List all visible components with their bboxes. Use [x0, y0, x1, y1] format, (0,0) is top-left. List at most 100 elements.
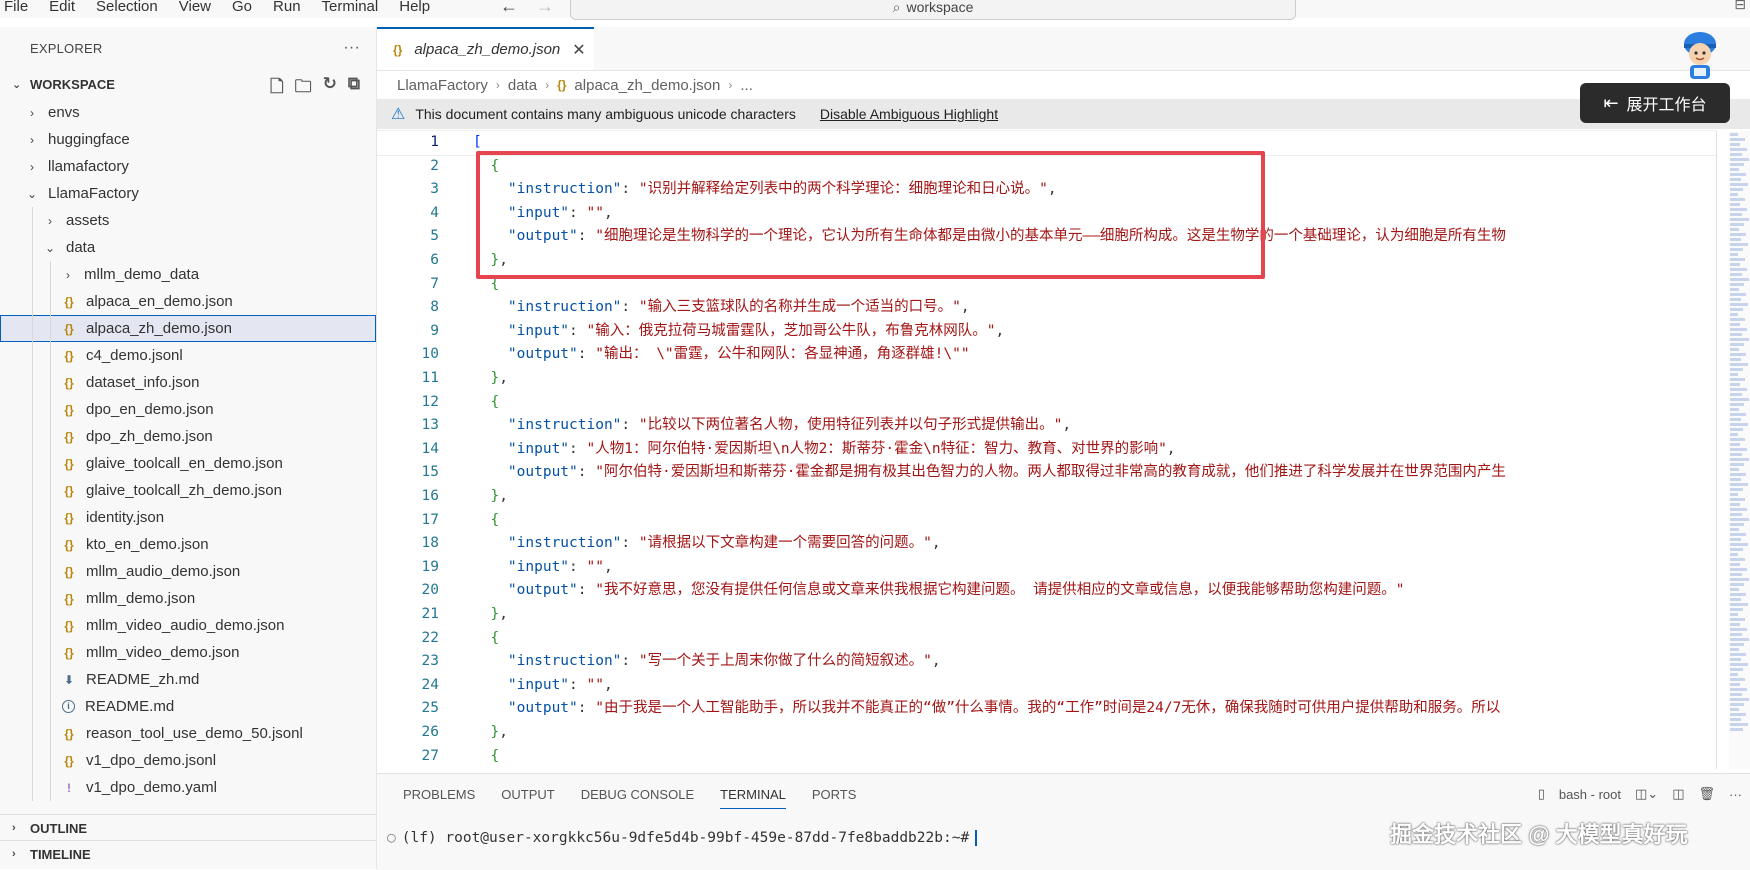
file-item[interactable]: {} dataset_info.json — [0, 369, 376, 396]
line-number: 14 — [421, 440, 439, 457]
back-arrow-icon[interactable]: ← — [500, 0, 518, 16]
more-actions-icon[interactable]: ··· — [1729, 787, 1742, 802]
file-item[interactable]: {} dpo_en_demo.json — [0, 396, 376, 423]
file-item[interactable]: i README.md — [0, 693, 376, 720]
minimap-line — [1730, 583, 1744, 586]
mascot-avatar[interactable] — [1676, 30, 1724, 82]
tab-debug-console[interactable]: DEBUG CONSOLE — [581, 787, 694, 809]
folder-item[interactable]: › mllm_demo_data — [0, 261, 376, 288]
workspace-header[interactable]: ⌄ WORKSPACE 🗋 🗀 ↻ ⧉ — [0, 69, 376, 99]
indent-guide — [32, 477, 33, 504]
file-item[interactable]: {} mllm_audio_demo.json — [0, 558, 376, 585]
indent-guide — [32, 693, 33, 720]
tab-ports[interactable]: PORTS — [812, 787, 857, 809]
menu-view[interactable]: View — [179, 0, 211, 14]
indent-guide — [32, 423, 33, 450]
folder-item[interactable]: ⌄ LlamaFactory — [0, 180, 376, 207]
tree-item-label: assets — [66, 212, 110, 229]
code-line: 13 "instruction": "比较以下两位著名人物，使用特征列表并以句子… — [377, 414, 1717, 438]
minimap-line — [1730, 138, 1745, 141]
folder-item[interactable]: ⌄ data — [0, 234, 376, 261]
file-item[interactable]: ! v1_dpo_demo.yaml — [0, 774, 376, 801]
close-icon[interactable]: ✕ — [572, 40, 585, 60]
minimap-line — [1730, 438, 1745, 441]
tree-item-label: envs — [48, 104, 80, 121]
timeline-section[interactable]: › TIMELINE — [0, 840, 376, 867]
minimap-line — [1730, 588, 1739, 591]
file-item[interactable]: {} mllm_video_audio_demo.json — [0, 612, 376, 639]
minimap-line — [1730, 143, 1740, 146]
tab-terminal[interactable]: TERMINAL — [720, 787, 786, 809]
toggle-layout-icon[interactable]: ◫ — [1672, 786, 1684, 802]
code-line: 11 }, — [377, 367, 1717, 391]
tab-problems[interactable]: PROBLEMS — [403, 787, 475, 809]
minimap-line — [1730, 333, 1742, 336]
line-number: 4 — [430, 204, 439, 221]
file-item[interactable]: {} reason_tool_use_demo_50.jsonl — [0, 720, 376, 747]
terminal-name[interactable]: bash - root — [1559, 787, 1621, 802]
expand-workbench-button[interactable]: ⇤ 展开工作台 — [1580, 83, 1730, 123]
folder-item[interactable]: › huggingface — [0, 126, 376, 153]
menu-terminal[interactable]: Terminal — [322, 0, 379, 14]
file-item[interactable]: {} alpaca_en_demo.json — [0, 288, 376, 315]
minimap-line — [1730, 213, 1742, 216]
forward-arrow-icon[interactable]: → — [536, 0, 554, 16]
tab-alpaca-zh-demo[interactable]: {} alpaca_zh_demo.json ✕ — [377, 27, 594, 70]
menu-edit[interactable]: Edit — [49, 0, 75, 14]
more-actions-icon[interactable]: ··· — [343, 39, 360, 57]
breadcrumb-item[interactable]: alpaca_zh_demo.json — [574, 77, 720, 94]
line-content: }, — [490, 606, 508, 622]
terminal-line[interactable]: ○ (lf) root@user-xorgkkc56u-9dfe5d4b-99bf… — [387, 830, 978, 846]
minimap[interactable] — [1729, 131, 1750, 769]
menu-help[interactable]: Help — [399, 0, 430, 14]
minimap-line — [1730, 388, 1747, 391]
code-line: 22 { — [377, 627, 1717, 651]
split-terminal-icon[interactable]: ◫⌄ — [1635, 786, 1658, 802]
code-line: 8 "instruction": "输入三支篮球队的名称并生成一个适当的口号。"… — [377, 296, 1717, 320]
code-line: 20 "output": "我不好意思，您没有提供任何信息或文章来供我根据它构建… — [377, 579, 1717, 603]
file-item[interactable]: {} kto_en_demo.json — [0, 531, 376, 558]
file-item[interactable]: {} dpo_zh_demo.json — [0, 423, 376, 450]
indent-guide — [32, 504, 33, 531]
disable-highlight-link[interactable]: Disable Ambiguous Highlight — [820, 106, 998, 122]
command-center-search[interactable]: ⌕ workspace — [570, 0, 1296, 20]
minimap-line — [1730, 543, 1748, 546]
minimap-line — [1730, 358, 1741, 361]
indent-guide — [50, 666, 51, 693]
outline-section[interactable]: › OUTLINE — [0, 814, 376, 841]
file-item[interactable]: ⬇ README_zh.md — [0, 666, 376, 693]
file-item[interactable]: {} c4_demo.jsonl — [0, 342, 376, 369]
layout-icon[interactable]: ⊟ — [1734, 0, 1746, 13]
tab-output[interactable]: OUTPUT — [501, 787, 554, 809]
file-item[interactable]: {} alpaca_zh_demo.json — [0, 315, 376, 342]
file-item[interactable]: {} glaive_toolcall_zh_demo.json — [0, 477, 376, 504]
breadcrumb-item[interactable]: ... — [740, 77, 753, 94]
folder-item[interactable]: › envs — [0, 99, 376, 126]
terminal-cursor — [975, 830, 978, 846]
folder-item[interactable]: › llamafactory — [0, 153, 376, 180]
json-file-icon: {} — [64, 510, 74, 525]
minimap-line — [1730, 283, 1744, 286]
breadcrumb-item[interactable]: LlamaFactory — [397, 77, 488, 94]
json-file-icon: {} — [64, 591, 74, 606]
minimap-line — [1730, 633, 1742, 636]
menu-selection[interactable]: Selection — [96, 0, 158, 14]
tree-item-label: mllm_video_demo.json — [86, 644, 240, 661]
trash-icon[interactable]: 🗑 — [1698, 786, 1715, 802]
minimap-line — [1730, 313, 1738, 316]
indent-guide — [50, 720, 51, 747]
file-item[interactable]: {} mllm_demo.json — [0, 585, 376, 612]
folder-item[interactable]: › assets — [0, 207, 376, 234]
menu-file[interactable]: File — [4, 0, 28, 14]
file-item[interactable]: {} v1_dpo_demo.jsonl — [0, 747, 376, 774]
file-item[interactable]: {} identity.json — [0, 504, 376, 531]
file-item[interactable]: {} glaive_toolcall_en_demo.json — [0, 450, 376, 477]
menu-go[interactable]: Go — [232, 0, 252, 14]
minimap-line — [1730, 553, 1738, 556]
minimap-line — [1730, 728, 1743, 731]
menu-run[interactable]: Run — [273, 0, 301, 14]
minimap-line — [1730, 618, 1745, 621]
breadcrumb-item[interactable]: data — [508, 77, 537, 94]
indent-guide — [32, 288, 33, 315]
file-item[interactable]: {} mllm_video_demo.json — [0, 639, 376, 666]
